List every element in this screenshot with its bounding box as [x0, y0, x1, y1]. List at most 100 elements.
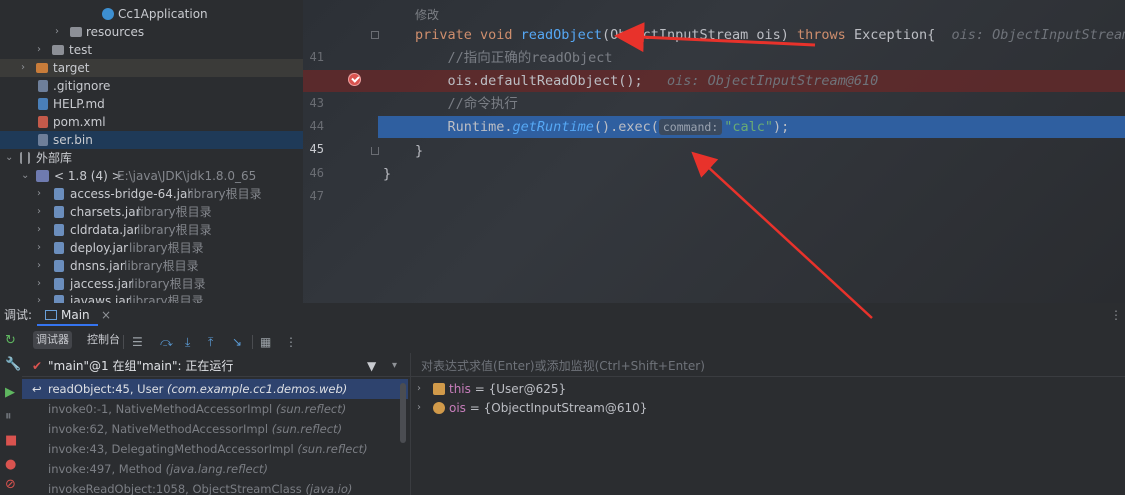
frame-item[interactable]: invokeReadObject:1058, ObjectStreamClass…: [22, 479, 408, 495]
tree-item-ser-bin[interactable]: ser.bin: [0, 131, 303, 149]
evaluate-expression-input[interactable]: 对表达式求值(Enter)或添加监视(Ctrl+Shift+Enter): [411, 355, 1125, 377]
parameter-hint: command:: [658, 119, 723, 135]
code-line-47[interactable]: 47 }: [303, 163, 1125, 203]
tree-item-jdk[interactable]: ⌄ < 1.8 (4) > E:\java\JDK\jdk1.8.0_65: [0, 167, 303, 185]
tab-main[interactable]: Main: [37, 306, 98, 326]
tree-item-jar[interactable]: › javaws.jar library根目录: [0, 292, 303, 303]
tree-item-jar[interactable]: › charsets.jar library根目录: [0, 203, 303, 221]
tree-item-gitignore[interactable]: .gitignore: [0, 77, 303, 95]
chevron-right-icon[interactable]: ›: [37, 257, 47, 275]
frames-scrollbar[interactable]: [400, 383, 406, 443]
return-arrow-icon: ↩: [32, 382, 42, 396]
frames-menu-icon[interactable]: ☰: [132, 335, 143, 349]
code-line-43[interactable]: 43 ois.defaultReadObject(); ois: ObjectI…: [303, 70, 1125, 110]
more-icon[interactable]: ⋮: [1110, 303, 1122, 327]
tree-item-external-libraries[interactable]: ⌄ 外部库: [0, 149, 303, 167]
frame-item[interactable]: invoke:62, NativeMethodAccessorImpl (sun…: [22, 419, 408, 439]
chevron-right-icon[interactable]: ›: [417, 379, 421, 399]
stop-icon[interactable]: ■: [5, 433, 17, 448]
more-icon[interactable]: ⋮: [285, 335, 297, 349]
frame-item[interactable]: invoke:43, DelegatingMethodAccessorImpl …: [22, 439, 408, 459]
filter-icon[interactable]: ▼: [367, 355, 376, 377]
code-line-42[interactable]: //指向正确的readObject: [303, 47, 1125, 69]
tab-console[interactable]: 控制台: [84, 331, 123, 349]
spring-app-icon: [102, 8, 114, 20]
step-over-icon[interactable]: ⤼: [160, 335, 173, 350]
tree-item-jar[interactable]: › access-bridge-64.jar library根目录: [0, 185, 303, 203]
chevron-down-icon[interactable]: ⌄: [21, 167, 31, 185]
pause-icon[interactable]: ⏸: [5, 409, 12, 424]
close-icon[interactable]: ×: [101, 303, 111, 327]
resume-icon[interactable]: ▶: [5, 385, 15, 400]
jdk-icon: [36, 170, 49, 182]
tree-item-test[interactable]: › test: [0, 41, 303, 59]
run-to-cursor-icon[interactable]: ↘: [232, 335, 242, 349]
chevron-right-icon[interactable]: ›: [37, 41, 47, 59]
toolbar-divider: [123, 335, 124, 349]
checkmark-icon: ✔: [32, 359, 43, 373]
step-out-icon[interactable]: ⤒: [208, 335, 213, 350]
code-line-45-current[interactable]: Runtime.getRuntime().exec(command: "calc"…: [378, 116, 1125, 138]
rerun-icon[interactable]: ↻: [5, 333, 16, 348]
folder-icon: [70, 27, 82, 37]
tree-item-help-md[interactable]: HELP.md: [0, 95, 303, 113]
code-line-44[interactable]: 44 //命令执行: [303, 93, 1125, 133]
tab-debugger[interactable]: 调试器: [33, 331, 72, 349]
parameter-icon: [433, 402, 445, 414]
thread-selector[interactable]: ✔ "main"@1 在组"main": 正在运行 ▼ ▾: [22, 355, 410, 377]
breakpoint-icon[interactable]: [348, 73, 361, 86]
code-editor[interactable]: 修改 41 @ private void readObject(ObjectIn…: [303, 0, 1125, 303]
chevron-right-icon[interactable]: ›: [21, 59, 31, 77]
jar-icon: [54, 224, 64, 236]
step-into-icon[interactable]: ⤓: [185, 335, 190, 350]
tree-item-target[interactable]: › target: [0, 59, 303, 77]
fold-icon[interactable]: [371, 147, 379, 155]
chevron-right-icon[interactable]: ›: [37, 292, 47, 303]
tree-item-jar[interactable]: › deploy.jar library根目录: [0, 239, 303, 257]
chevron-right-icon[interactable]: ›: [37, 203, 47, 221]
chevron-right-icon[interactable]: ›: [417, 398, 421, 418]
tree-item-jar[interactable]: › jaccess.jar library根目录: [0, 275, 303, 293]
code-comment: //指向正确的readObject: [415, 50, 613, 66]
jar-icon: [54, 188, 64, 200]
evaluate-icon[interactable]: ▦: [260, 335, 271, 349]
chevron-right-icon[interactable]: ›: [55, 23, 65, 41]
chevron-down-icon[interactable]: ⌄: [5, 149, 15, 167]
chevron-right-icon[interactable]: ›: [37, 185, 47, 203]
tree-item-resources[interactable]: › resources: [0, 23, 303, 41]
tree-item-jar[interactable]: › cldrdata.jar library根目录: [0, 221, 303, 239]
tree-item-cc1application[interactable]: Cc1Application: [0, 5, 303, 23]
code-line-41[interactable]: 41 @ private void readObject(ObjectInput…: [303, 24, 1125, 86]
jar-icon: [54, 206, 64, 218]
debug-title-bar: 调试: Main × ⋮: [0, 303, 1125, 327]
tree-item-jar[interactable]: › dnsns.jar library根目录: [0, 257, 303, 275]
maven-icon: [38, 116, 48, 128]
chevron-down-icon[interactable]: ▾: [392, 355, 397, 377]
frame-item[interactable]: invoke0:-1, NativeMethodAccessorImpl (su…: [22, 399, 408, 419]
breakpoints-icon[interactable]: ●: [5, 457, 16, 472]
chevron-right-icon[interactable]: ›: [37, 275, 47, 293]
line-number: 47: [309, 189, 324, 203]
frame-item[interactable]: invoke:497, Method (java.lang.reflect): [22, 459, 408, 479]
library-icon: [20, 152, 30, 164]
field-icon: [433, 383, 445, 395]
settings-icon[interactable]: 🔧: [5, 357, 21, 372]
file-icon: [38, 134, 48, 146]
tab-label: Main: [61, 308, 90, 322]
code-text: }: [415, 143, 424, 159]
tree-item-pom-xml[interactable]: pom.xml: [0, 113, 303, 131]
debug-panel: 调试: Main × ⋮ ↻ 🔧 ▶ ⏸ ■ ● ⊘ 调试器 控制台 ☰ ⤼ ⤓…: [0, 303, 1125, 495]
frame-item[interactable]: ↩ readObject:45, User (com.example.cc1.d…: [22, 379, 408, 399]
chevron-right-icon[interactable]: ›: [37, 239, 47, 257]
thread-label: "main"@1 在组"main": 正在运行: [48, 359, 234, 373]
debug-title: 调试:: [4, 308, 33, 322]
toolbar-divider: [252, 335, 253, 349]
chevron-right-icon[interactable]: ›: [37, 221, 47, 239]
jar-icon: [54, 278, 64, 290]
folder-icon: [52, 45, 64, 55]
code-text: private void readObject(ObjectInputStrea…: [415, 27, 1125, 43]
mute-breakpoints-icon[interactable]: ⊘: [5, 477, 16, 492]
fold-icon[interactable]: [371, 31, 379, 39]
frames-list: ↩ readObject:45, User (com.example.cc1.d…: [22, 379, 408, 495]
code-line-46[interactable]: 46 }: [303, 140, 1125, 180]
